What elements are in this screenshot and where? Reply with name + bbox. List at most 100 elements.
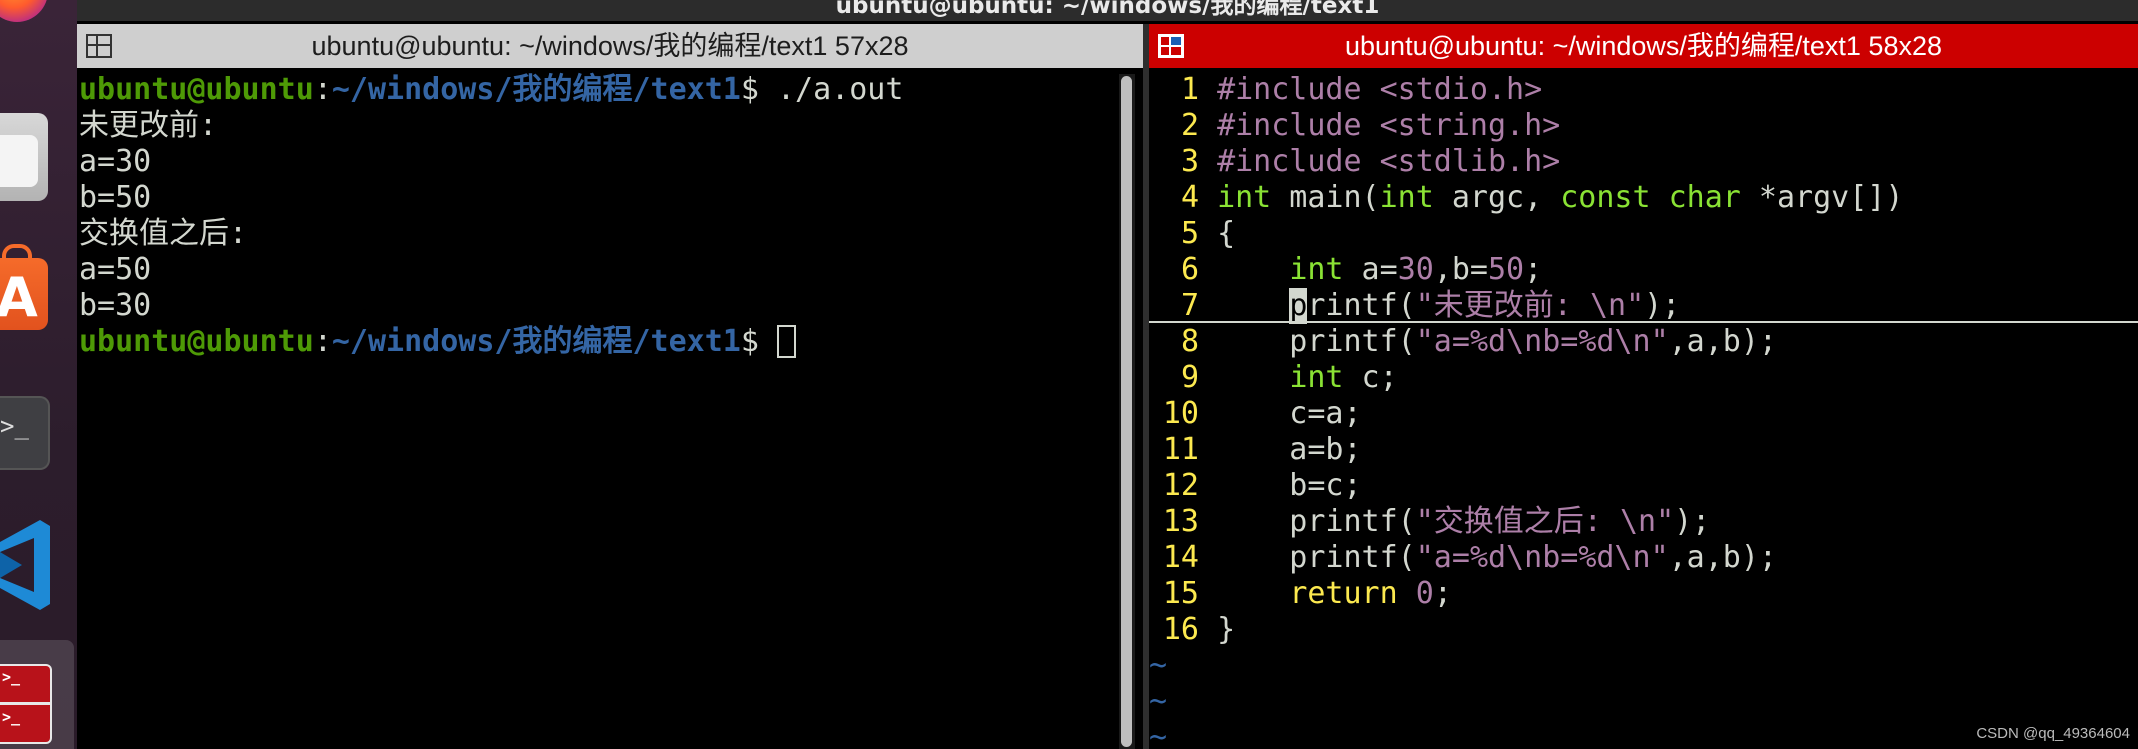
- code-token: a=b;: [1217, 432, 1362, 467]
- terminal-line: b=30: [79, 288, 1143, 324]
- prompt-user: ubuntu@ubuntu: [79, 72, 314, 107]
- code-token: argc,: [1433, 180, 1561, 215]
- command-text: $ ./a.out: [740, 72, 904, 107]
- code-token: <string.h>: [1379, 108, 1561, 143]
- code-line: 10 c=a;: [1149, 396, 2138, 432]
- right-terminal-pane[interactable]: ubuntu@ubuntu: ~/windows/我的编程/text1 58x2…: [1149, 24, 2138, 749]
- prompt-user: ubuntu@ubuntu: [79, 324, 314, 359]
- code-token: ,b=: [1433, 252, 1488, 287]
- line-number: 1: [1180, 72, 1199, 107]
- left-pane-titlebar[interactable]: ubuntu@ubuntu: ~/windows/我的编程/text1 57x2…: [77, 24, 1143, 68]
- output-text: a=30: [79, 144, 152, 179]
- code-token: c;: [1343, 360, 1398, 395]
- code-token: return: [1289, 576, 1398, 611]
- code-token: ": [1656, 504, 1675, 539]
- code-token: a=: [1343, 252, 1398, 287]
- line-number: 10: [1162, 396, 1199, 431]
- terminal-line: ubuntu@ubuntu:~/windows/我的编程/text1$ ./a.…: [79, 72, 1143, 108]
- code-token: const char: [1560, 180, 1741, 215]
- code-line: 8 printf("a=%d\nb=%d\n",a,b);: [1149, 324, 2138, 360]
- code-token: 50: [1488, 252, 1525, 287]
- output-text: a=50: [79, 252, 152, 287]
- scrollbar-thumb[interactable]: [1121, 76, 1132, 747]
- output-text: 交换值之后:: [79, 216, 248, 251]
- dock: A >_ >_ >_: [0, 0, 77, 749]
- split-layout-icon[interactable]: [86, 34, 112, 58]
- split-layout-icon[interactable]: [1158, 34, 1184, 58]
- left-terminal-pane[interactable]: ubuntu@ubuntu: ~/windows/我的编程/text1 57x2…: [77, 24, 1143, 749]
- terminal-line: 未更改前:: [79, 108, 1143, 144]
- line-number: 9: [1180, 360, 1199, 395]
- code-token: ;: [1433, 576, 1452, 611]
- code-token: %d\n: [1578, 324, 1651, 359]
- code-token: <stdio.h>: [1379, 72, 1543, 107]
- watermark: CSDN @qq_49364604: [1976, 725, 2130, 742]
- code-token: b=c;: [1217, 468, 1362, 503]
- right-pane-titlebar[interactable]: ubuntu@ubuntu: ~/windows/我的编程/text1 58x2…: [1149, 24, 2138, 68]
- left-pane-title: ubuntu@ubuntu: ~/windows/我的编程/text1 57x2…: [311, 31, 909, 61]
- code-token: printf(: [1217, 324, 1416, 359]
- prompt-path: ~/windows/我的编程/text1: [331, 72, 741, 107]
- code-token: %d\n: [1469, 324, 1543, 359]
- code-token: ,a,b);: [1668, 540, 1777, 575]
- terminal-glyph: >_: [0, 412, 29, 440]
- terminal-output[interactable]: ubuntu@ubuntu:~/windows/我的编程/text1$ ./a.…: [77, 72, 1143, 749]
- line-number: 3: [1180, 144, 1199, 179]
- code-line: 1 #include <stdio.h>: [1149, 72, 2138, 108]
- code-token: int: [1289, 252, 1344, 287]
- output-text: b=50: [79, 180, 152, 215]
- line-number: 7: [1180, 288, 1199, 323]
- code-token: %d\n: [1578, 540, 1651, 575]
- code-line: 16 }: [1149, 612, 2138, 648]
- code-line: 4 int main(int argc, const char *argv[]): [1149, 180, 2138, 216]
- line-number: 12: [1162, 468, 1199, 503]
- code-line: 7 printf("未更改前: \n");: [1149, 288, 2138, 324]
- code-token: *argv[]): [1740, 180, 1904, 215]
- code-token: );: [1644, 288, 1681, 323]
- code-line: 12 b=c;: [1149, 468, 2138, 504]
- code-token: 0: [1415, 576, 1434, 611]
- line-number: 2: [1180, 108, 1199, 143]
- code-line: 2 #include <string.h>: [1149, 108, 2138, 144]
- code-token: }: [1217, 612, 1236, 647]
- line-number: 13: [1162, 504, 1199, 539]
- code-token: \n: [1619, 504, 1657, 539]
- code-token: "a=: [1415, 540, 1470, 575]
- prompt-separator: :: [313, 324, 332, 359]
- software-glyph: A: [0, 266, 38, 329]
- terminal-line: ubuntu@ubuntu:~/windows/我的编程/text1$: [79, 324, 1143, 360]
- code-token: ;: [1524, 252, 1543, 287]
- vim-editor[interactable]: 1 #include <stdio.h> 2 #include <string.h…: [1149, 72, 2138, 749]
- code-token: printf(: [1217, 504, 1416, 539]
- code-token: #include: [1217, 72, 1380, 107]
- terminal-line: 交换值之后:: [79, 216, 1143, 252]
- line-number: 4: [1180, 180, 1199, 215]
- code-token: int: [1217, 180, 1272, 215]
- firefox-icon[interactable]: [0, 0, 77, 50]
- code-token: b=: [1542, 324, 1579, 359]
- output-text: b=30: [79, 288, 152, 323]
- terminal-line: a=30: [79, 144, 1143, 180]
- code-line: 6 int a=30,b=50;: [1149, 252, 2138, 288]
- code-token: 30: [1397, 252, 1434, 287]
- line-number: 6: [1180, 252, 1199, 287]
- prompt-path: ~/windows/我的编程/text1: [331, 324, 741, 359]
- code-line: 5 {: [1149, 216, 2138, 252]
- terminal-line: a=50: [79, 252, 1143, 288]
- code-token: int: [1379, 180, 1434, 215]
- code-line: 11 a=b;: [1149, 432, 2138, 468]
- code-token: c=a;: [1217, 396, 1362, 431]
- empty-buffer-line: ~: [1149, 684, 1168, 719]
- code-line: 15 return 0;: [1149, 576, 2138, 612]
- code-token: \n: [1589, 288, 1627, 323]
- code-token: main(: [1271, 180, 1380, 215]
- code-token: );: [1674, 504, 1711, 539]
- terminal-line: b=50: [79, 180, 1143, 216]
- code-token: <stdlib.h>: [1379, 144, 1561, 179]
- code-token: b=: [1542, 540, 1579, 575]
- prompt-separator: :: [313, 72, 332, 107]
